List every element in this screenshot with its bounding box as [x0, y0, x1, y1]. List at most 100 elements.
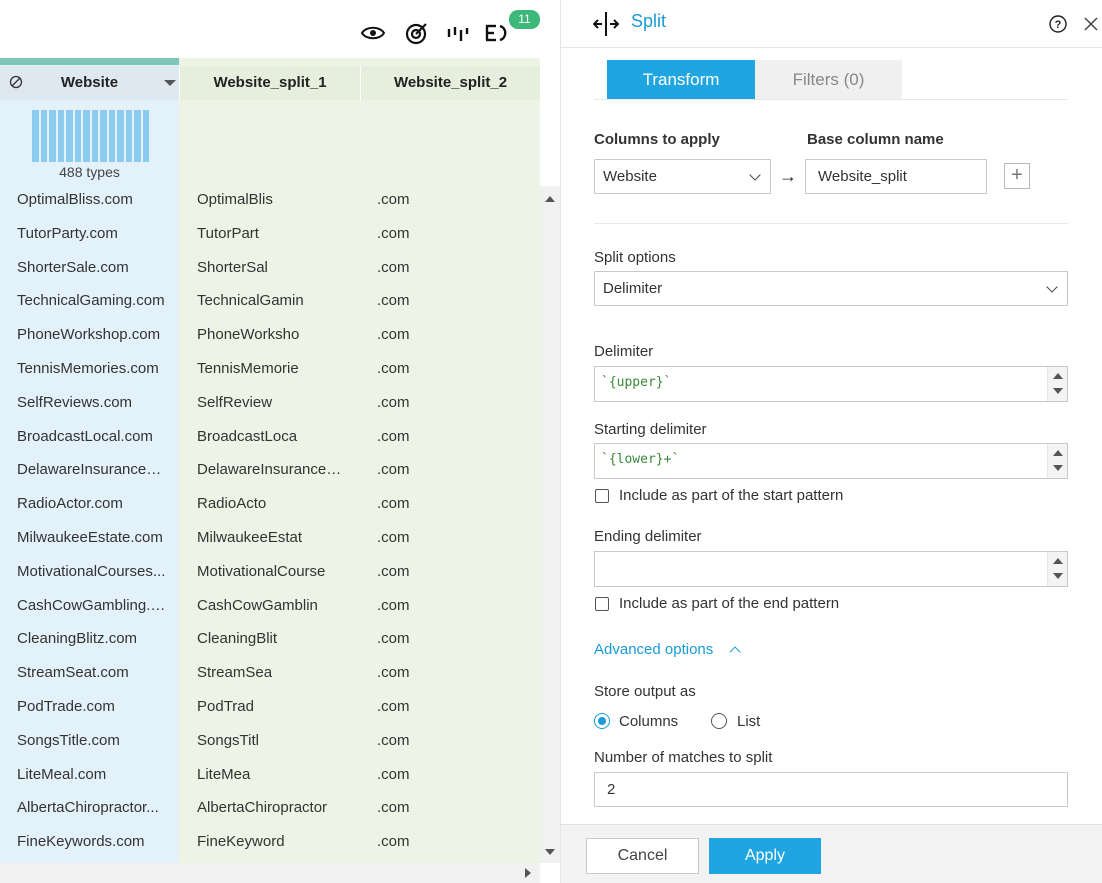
- histogram-bar[interactable]: [83, 110, 90, 162]
- scroll-down-icon[interactable]: [545, 849, 555, 855]
- cell-website-split-1[interactable]: CashCowGamblin: [197, 589, 347, 623]
- store-columns-radio[interactable]: [594, 713, 610, 729]
- column-stats-icon[interactable]: [445, 20, 471, 46]
- column-header-website-split-2[interactable]: Website_split_2: [360, 66, 540, 100]
- cell-website-split-1[interactable]: OptimalBlis: [197, 183, 347, 217]
- column-header-website[interactable]: Website: [0, 66, 179, 100]
- cell-website-split-2[interactable]: .com: [377, 589, 527, 623]
- scroll-up-icon[interactable]: [545, 196, 555, 202]
- ending-delimiter-input[interactable]: [594, 551, 1068, 587]
- spinner-down-icon[interactable]: [1053, 388, 1063, 394]
- spinner-down-icon[interactable]: [1053, 465, 1063, 471]
- starting-delimiter-input[interactable]: `{lower}+`: [594, 443, 1068, 479]
- cell-website[interactable]: SongsTitle.com: [17, 724, 167, 758]
- cell-website[interactable]: CleaningBlitz.com: [17, 622, 167, 656]
- help-icon[interactable]: ?: [1049, 15, 1067, 33]
- cell-website-split-2[interactable]: .com: [377, 453, 527, 487]
- cell-website[interactable]: DelawareInsuranceA...: [17, 453, 167, 487]
- column-header-website-split-1[interactable]: Website_split_1: [179, 66, 360, 100]
- cell-website[interactable]: BroadcastLocal.com: [17, 420, 167, 454]
- histogram-bar[interactable]: [49, 110, 56, 162]
- spinner[interactable]: [1047, 367, 1067, 401]
- close-icon[interactable]: [1083, 16, 1099, 32]
- cell-website-split-1[interactable]: SongsTitl: [197, 724, 347, 758]
- cell-website-split-2[interactable]: .com: [377, 521, 527, 555]
- cell-website[interactable]: CashCowGambling.c...: [17, 589, 167, 623]
- cell-website-split-1[interactable]: AlbertaChiropractor: [197, 791, 347, 825]
- cell-website-split-2[interactable]: .com: [377, 758, 527, 792]
- tab-filters[interactable]: Filters (0): [755, 60, 902, 99]
- cell-website-split-1[interactable]: MilwaukeeEstat: [197, 521, 347, 555]
- cell-website-split-1[interactable]: PodTrad: [197, 690, 347, 724]
- cell-website-split-1[interactable]: PhoneWorksho: [197, 318, 347, 352]
- eye-icon[interactable]: [360, 20, 386, 46]
- cell-website-split-2[interactable]: .com: [377, 487, 527, 521]
- histogram-bar[interactable]: [74, 110, 81, 162]
- cell-website-split-2[interactable]: .com: [377, 791, 527, 825]
- cell-website-split-1[interactable]: CleaningBlit: [197, 622, 347, 656]
- cell-website-split-2[interactable]: .com: [377, 690, 527, 724]
- spinner-down-icon[interactable]: [1053, 573, 1063, 579]
- histogram-bar[interactable]: [108, 110, 115, 162]
- cell-website-split-2[interactable]: .com: [377, 825, 527, 859]
- scroll-right-icon[interactable]: [525, 868, 531, 878]
- histogram-bar[interactable]: [91, 110, 98, 162]
- cell-website[interactable]: MotivationalCourses...: [17, 555, 167, 589]
- spinner[interactable]: [1047, 552, 1067, 586]
- cell-website-split-1[interactable]: DelawareInsuranceA...: [197, 453, 347, 487]
- matches-input[interactable]: 2: [594, 772, 1068, 807]
- spinner[interactable]: [1047, 444, 1067, 478]
- cell-website-split-2[interactable]: .com: [377, 352, 527, 386]
- cell-website[interactable]: FineKeywords.com: [17, 825, 167, 859]
- cell-website[interactable]: MilwaukeeEstate.com: [17, 521, 167, 555]
- add-column-button[interactable]: +: [1004, 163, 1030, 189]
- cell-website-split-1[interactable]: MotivationalCourse: [197, 555, 347, 589]
- cell-website-split-2[interactable]: .com: [377, 622, 527, 656]
- histogram-bar[interactable]: [117, 110, 124, 162]
- cell-website-split-1[interactable]: FineKeyword: [197, 825, 347, 859]
- cell-website-split-2[interactable]: .com: [377, 217, 527, 251]
- cell-website-split-2[interactable]: .com: [377, 183, 527, 217]
- cell-website-split-2[interactable]: .com: [377, 555, 527, 589]
- apply-button[interactable]: Apply: [709, 838, 821, 874]
- cell-website-split-2[interactable]: .com: [377, 724, 527, 758]
- spinner-up-icon[interactable]: [1053, 558, 1063, 564]
- cell-website-split-1[interactable]: StreamSea: [197, 656, 347, 690]
- horizontal-scrollbar[interactable]: [0, 863, 540, 883]
- cell-website[interactable]: ShorterSale.com: [17, 251, 167, 285]
- cell-website[interactable]: StreamSeat.com: [17, 656, 167, 690]
- cell-website[interactable]: PhoneWorkshop.com: [17, 318, 167, 352]
- cell-website[interactable]: OptimalBliss.com: [17, 183, 167, 217]
- histogram-bar[interactable]: [32, 110, 39, 162]
- base-column-name-input[interactable]: Website_split: [805, 159, 987, 194]
- string-type-icon[interactable]: [9, 75, 23, 89]
- cancel-button[interactable]: Cancel: [586, 838, 699, 874]
- cell-website-split-1[interactable]: TechnicalGamin: [197, 284, 347, 318]
- cell-website-split-2[interactable]: .com: [377, 251, 527, 285]
- include-start-checkbox[interactable]: [595, 489, 609, 503]
- cell-website-split-1[interactable]: RadioActo: [197, 487, 347, 521]
- cell-website-split-1[interactable]: TennisMemorie: [197, 352, 347, 386]
- vertical-scrollbar[interactable]: [540, 186, 560, 863]
- cell-website[interactable]: RadioActor.com: [17, 487, 167, 521]
- cell-website-split-2[interactable]: .com: [377, 420, 527, 454]
- steps-icon[interactable]: [484, 20, 510, 46]
- histogram-bar[interactable]: [100, 110, 107, 162]
- store-list-radio[interactable]: [711, 713, 727, 729]
- cell-website-split-2[interactable]: .com: [377, 656, 527, 690]
- cell-website[interactable]: PodTrade.com: [17, 690, 167, 724]
- chevron-up-icon[interactable]: [729, 646, 741, 658]
- cell-website[interactable]: AlbertaChiropractor...: [17, 791, 167, 825]
- cell-website[interactable]: TennisMemories.com: [17, 352, 167, 386]
- spinner-up-icon[interactable]: [1053, 450, 1063, 456]
- cell-website-split-1[interactable]: BroadcastLoca: [197, 420, 347, 454]
- columns-to-apply-select[interactable]: Website: [594, 159, 771, 194]
- column-menu-caret-icon[interactable]: [164, 80, 176, 86]
- spinner-up-icon[interactable]: [1053, 373, 1063, 379]
- histogram-bar[interactable]: [57, 110, 64, 162]
- histogram-bar[interactable]: [125, 110, 132, 162]
- cell-website[interactable]: SelfReviews.com: [17, 386, 167, 420]
- cell-website-split-1[interactable]: LiteMea: [197, 758, 347, 792]
- target-icon[interactable]: [404, 20, 430, 46]
- cell-website[interactable]: TutorParty.com: [17, 217, 167, 251]
